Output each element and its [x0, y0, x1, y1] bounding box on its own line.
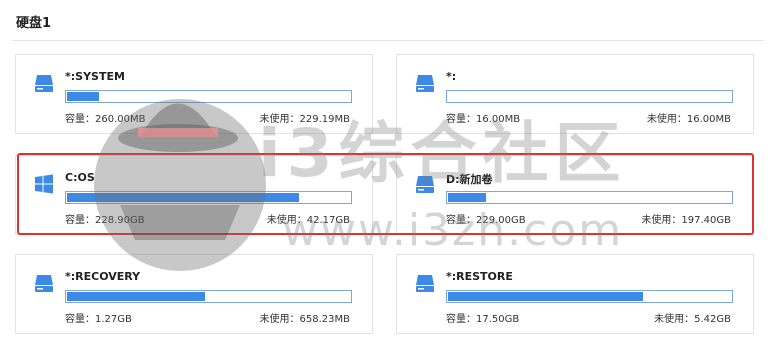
usage-bar: [65, 290, 352, 303]
partition-name: C:OS: [65, 171, 95, 184]
usage-bar: [446, 290, 733, 303]
partition-name: *:RECOVERY: [65, 270, 141, 283]
drive-icon: [33, 272, 55, 294]
partition-card-d[interactable]: D:新加卷 容量：229.00GB 未使用：197.40GB: [396, 155, 754, 235]
free-space-text: 未使用：42.17GB: [266, 215, 350, 226]
usage-bar: [65, 191, 352, 204]
partition-card-recovery[interactable]: *:RECOVERY 容量：1.27GB 未使用：658.23MB: [15, 254, 373, 334]
capacity-text: 容量：1.27GB: [65, 314, 132, 325]
drive-icon: [33, 72, 55, 94]
capacity-text: 容量：229.00GB: [446, 215, 526, 226]
free-space-text: 未使用：16.00MB: [646, 114, 731, 125]
free-space-text: 未使用：5.42GB: [654, 314, 731, 325]
windows-icon: [33, 173, 55, 195]
usage-fill: [67, 193, 299, 202]
partition-name: *:RESTORE: [446, 270, 513, 283]
free-space-text: 未使用：197.40GB: [641, 215, 731, 226]
capacity-text: 容量：16.00MB: [446, 114, 521, 125]
usage-fill: [67, 292, 205, 301]
partition-name: *:: [446, 70, 457, 83]
usage-fill: [448, 193, 486, 202]
drive-icon: [414, 72, 436, 94]
usage-fill: [67, 92, 100, 101]
usage-bar: [65, 90, 352, 103]
drive-icon: [414, 272, 436, 294]
disk-title: 硬盘1: [16, 16, 52, 31]
capacity-text: 容量：228.90GB: [65, 215, 145, 226]
partition-card-unnamed[interactable]: *: 容量：16.00MB 未使用：16.00MB: [396, 54, 754, 134]
partition-name: *:SYSTEM: [65, 70, 125, 83]
partition-card-restore[interactable]: *:RESTORE 容量：17.50GB 未使用：5.42GB: [396, 254, 754, 334]
free-space-text: 未使用：229.19MB: [259, 114, 350, 125]
drive-icon: [414, 173, 436, 195]
partition-card-system[interactable]: *:SYSTEM 容量：260.00MB 未使用：229.19MB: [15, 54, 373, 134]
usage-fill: [448, 292, 643, 301]
capacity-text: 容量：260.00MB: [65, 114, 146, 125]
usage-bar: [446, 191, 733, 204]
partition-name: D:新加卷: [446, 173, 493, 186]
usage-bar: [446, 90, 733, 103]
free-space-text: 未使用：658.23MB: [259, 314, 350, 325]
capacity-text: 容量：17.50GB: [446, 314, 520, 325]
partition-card-os[interactable]: C:OS 容量：228.90GB 未使用：42.17GB: [15, 155, 373, 235]
title-divider: [12, 40, 764, 41]
